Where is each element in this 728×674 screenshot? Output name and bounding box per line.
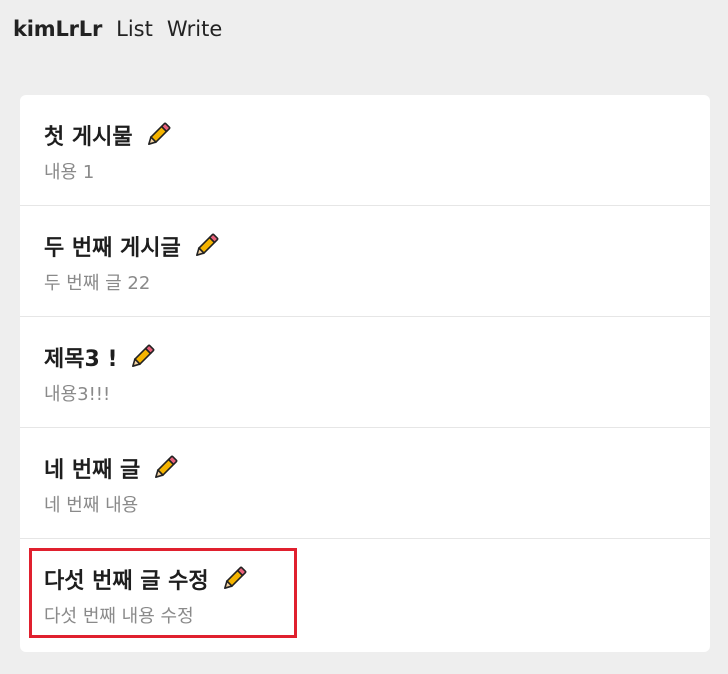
post-title-row: 제목3 ! xyxy=(44,341,157,373)
post-title-row: 다섯 번째 글 수정 xyxy=(44,563,249,595)
pencil-icon[interactable] xyxy=(150,453,180,483)
post-list-item[interactable]: 첫 게시물 내용 1 xyxy=(20,95,710,206)
post-title-row: 첫 게시물 xyxy=(44,119,173,151)
post-title-row: 네 번째 글 xyxy=(44,452,180,484)
post-content: 내용3!!! xyxy=(44,384,111,405)
post-list-item[interactable]: 네 번째 글 네 번째 내용 xyxy=(20,428,710,539)
nav-link-write[interactable]: Write xyxy=(167,17,222,41)
pencil-icon[interactable] xyxy=(143,120,173,150)
pencil-icon[interactable] xyxy=(191,231,221,261)
post-title-row: 두 번째 게시글 xyxy=(44,230,221,262)
post-list-item[interactable]: 제목3 ! 내용3!!! xyxy=(20,317,710,428)
post-title: 첫 게시물 xyxy=(44,125,133,150)
nav-link-list[interactable]: List xyxy=(116,17,153,41)
post-content: 네 번째 내용 xyxy=(44,495,139,516)
brand-logo[interactable]: kimLrLr xyxy=(13,17,102,41)
post-list: 첫 게시물 내용 1 두 번째 게시글 두 번째 글 22 제목3 ! 내용3!… xyxy=(20,95,710,652)
post-title: 두 번째 게시글 xyxy=(44,236,181,261)
pencil-icon[interactable] xyxy=(127,342,157,372)
pencil-icon[interactable] xyxy=(219,564,249,594)
top-navbar: kimLrLr List Write xyxy=(13,14,222,44)
post-title: 네 번째 글 xyxy=(44,458,141,483)
post-title: 제목3 ! xyxy=(44,347,118,372)
post-list-item[interactable]: 다섯 번째 글 수정 다섯 번째 내용 수정 xyxy=(20,539,710,650)
post-content: 내용 1 xyxy=(44,162,95,183)
post-list-item[interactable]: 두 번째 게시글 두 번째 글 22 xyxy=(20,206,710,317)
post-content: 다섯 번째 내용 수정 xyxy=(44,606,194,627)
post-content: 두 번째 글 22 xyxy=(44,273,151,294)
post-title: 다섯 번째 글 수정 xyxy=(44,569,209,594)
